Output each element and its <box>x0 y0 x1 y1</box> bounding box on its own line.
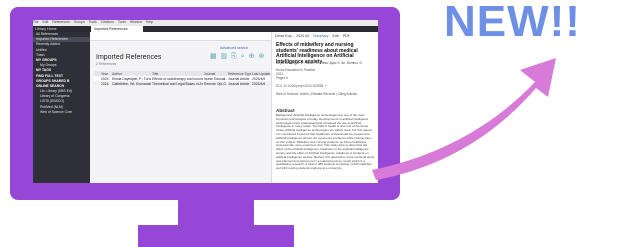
menu-item[interactable]: File <box>33 20 38 24</box>
table-row[interactable]: 2024 Einola Dayeliyah, P.; Turan... Effect… <box>94 76 270 81</box>
monitor-stand-base <box>138 225 294 247</box>
reference-count: 2 References <box>96 62 117 66</box>
menu-item[interactable]: Groups <box>74 20 85 24</box>
column-header[interactable]: Reference Type <box>227 71 251 76</box>
monitor-screen: File Edit References Groups Tools Citations To… <box>33 20 378 183</box>
table-cell: Nurse Educati... <box>203 76 227 81</box>
menu-item[interactable]: Help <box>146 20 153 24</box>
page-title: Imported References <box>96 54 162 61</box>
menu-item[interactable]: Citations <box>101 20 114 24</box>
detail-tab[interactable]: Summary <box>313 34 328 38</box>
detail-tab[interactable]: Deniz Koy..., 2024 #2 <box>275 34 309 38</box>
abstract-heading: Abstract <box>276 108 295 113</box>
sidebar-item[interactable]: Web of Science Core <box>33 110 90 115</box>
column-header[interactable]: Last Updated <box>251 71 270 76</box>
menu-item[interactable]: Tools <box>89 20 97 24</box>
detail-tabs: Deniz Koy..., 2024 #2 Summary Edit PDF <box>275 34 354 38</box>
table-cell: Journal Article <box>227 81 251 86</box>
table-cell: Theoretical and Legal Bases of Artif... <box>151 81 203 86</box>
new-badge-text: NEW!! <box>444 0 581 46</box>
table-cell: Remote Opt G... <box>203 81 227 86</box>
advanced-search-link[interactable]: Advanced search <box>220 46 248 50</box>
references-table: Year Author Title Journal Reference Type Last… <box>94 71 270 86</box>
menu-item[interactable]: Edit <box>42 20 48 24</box>
reference-authors: Ceyal Avsaroğlu, E.; Turan, G.; Hirsu, A… <box>276 61 363 65</box>
reference-metadata: Nurse Education in Practice 2024 Pages 6 DO… <box>276 68 375 96</box>
toolbar-icons[interactable]: ▦ ▥ ⎘ ⌕ ⊕ ⊛ <box>210 52 265 61</box>
menu-item[interactable]: References <box>52 20 69 24</box>
detail-tab[interactable]: Edit <box>333 34 339 38</box>
detail-tab[interactable]: PDF <box>343 34 350 38</box>
main-toolbar <box>90 32 271 41</box>
table-cell: Effects of radiotherapy and nursing st..… <box>151 76 203 81</box>
sidebar: All References Imported References Recentl… <box>33 32 90 183</box>
table-cell: 2024/4/6 <box>251 81 270 86</box>
metadata-line: Web of Science: Article | Related Record… <box>276 92 357 96</box>
main-pane: Advanced search ▦ ▥ ⎘ ⌕ ⊕ ⊛ Imported Ref… <box>90 32 271 183</box>
table-cell: Journal Article <box>227 76 251 81</box>
table-row[interactable]: 2024 Gatlethlein, Wi; Khunamat... Theoreti… <box>94 81 270 86</box>
menu-item[interactable]: Window <box>130 20 142 24</box>
reference-detail-panel: Deniz Koy..., 2024 #2 Summary Edit PDF Effe… <box>271 32 378 183</box>
abstract-text: Background: Artificial Intelligence tech… <box>276 114 375 171</box>
table-cell: Gatlethlein, Wi; Khunamat... <box>111 81 151 86</box>
menu-item[interactable]: Tools <box>118 20 126 24</box>
table-cell: Einola Dayeliyah, P.; Turan... <box>111 76 151 81</box>
monitor-stand-neck <box>178 200 254 225</box>
table-cell: 2024 <box>100 81 111 86</box>
